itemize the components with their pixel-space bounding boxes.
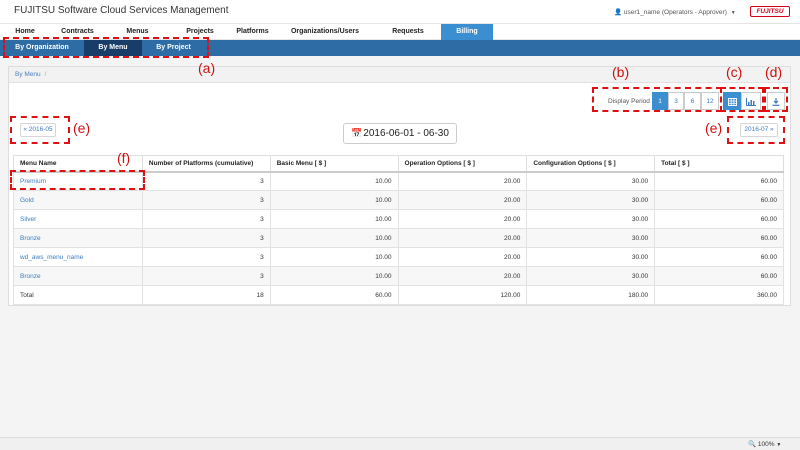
tab-requests[interactable]: Requests — [375, 24, 441, 40]
column-header-operation-options: Operation Options [ $ ] — [397, 155, 528, 173]
menu-name-cell: Silver — [13, 209, 143, 229]
total-cell: 60.00 — [654, 190, 784, 210]
user-icon: 👤 — [614, 9, 623, 16]
basic-menu-cell: 10.00 — [269, 171, 399, 191]
column-header-platforms: Number of Platforms (cumulative) — [141, 155, 271, 173]
chevron-down-icon: ▼ — [730, 10, 736, 16]
operation-options-cell: 20.00 — [397, 190, 528, 210]
menu-name-link[interactable]: Silver — [20, 216, 36, 223]
platforms-total-cell: 18 — [141, 285, 271, 305]
configuration-options-total-cell: 180.00 — [526, 285, 656, 305]
operation-options-cell: 20.00 — [397, 266, 528, 286]
menu-name-link[interactable]: Bronze — [20, 235, 41, 242]
basic-menu-cell: 10.00 — [269, 247, 399, 267]
app-header: FUJITSU Software Cloud Services Manageme… — [0, 0, 800, 23]
configuration-options-cell: 30.00 — [526, 190, 656, 210]
callout-box-a — [3, 37, 209, 58]
tab-platforms[interactable]: Platforms — [230, 24, 275, 40]
menu-name-link[interactable]: Gold — [20, 197, 34, 204]
operation-options-cell: 20.00 — [397, 228, 528, 248]
total-cell: 60.00 — [654, 209, 784, 229]
callout-label-d: (d) — [765, 64, 783, 80]
tab-billing[interactable]: Billing — [441, 24, 493, 40]
current-period-range[interactable]: 📅2016-06-01 - 06-30 — [343, 123, 457, 144]
operation-options-cell: 20.00 — [397, 209, 528, 229]
callout-label-f: (f) — [117, 150, 131, 166]
current-period-text: 2016-06-01 - 06-30 — [363, 128, 449, 139]
callout-label-e-right: (e) — [705, 120, 723, 136]
platforms-cell: 3 — [141, 171, 271, 191]
callout-box-e-right — [727, 116, 785, 144]
app-title: FUJITSU Software Cloud Services Manageme… — [14, 5, 229, 16]
menu-name-link[interactable]: Bronze — [20, 273, 41, 280]
total-label-cell: Total — [13, 285, 143, 305]
configuration-options-cell: 30.00 — [526, 209, 656, 229]
basic-menu-cell: 10.00 — [269, 266, 399, 286]
basic-menu-cell: 10.00 — [269, 209, 399, 229]
callout-box-f — [10, 170, 145, 190]
table-row: Silver 3 10.00 20.00 30.00 60.00 — [13, 209, 784, 229]
menu-name-link[interactable]: wd_aws_menu_name — [20, 254, 83, 261]
callout-label-e-left: (e) — [73, 120, 91, 136]
status-bar: 🔍 100% ▼ — [0, 437, 800, 450]
breadcrumb-separator: / — [44, 71, 47, 78]
menu-name-cell: Gold — [13, 190, 143, 210]
chevron-down-icon: ▼ — [776, 442, 782, 448]
callout-box-b — [592, 87, 722, 112]
total-cell: 60.00 — [654, 228, 784, 248]
platforms-cell: 3 — [141, 190, 271, 210]
basic-menu-total-cell: 60.00 — [269, 285, 399, 305]
fujitsu-logo: FUJITSU — [750, 6, 790, 17]
platforms-cell: 3 — [141, 266, 271, 286]
table-row: Gold 3 10.00 20.00 30.00 60.00 — [13, 190, 784, 210]
column-header-basic-menu: Basic Menu [ $ ] — [269, 155, 399, 173]
table-total-row: Total 18 60.00 120.00 180.00 360.00 — [13, 285, 784, 305]
user-menu[interactable]: 👤 user1_name (Operators - Approver) ▼ — [614, 8, 736, 16]
operation-options-total-cell: 120.00 — [397, 285, 528, 305]
zoom-icon: 🔍 — [748, 441, 757, 448]
total-cell: 60.00 — [654, 171, 784, 191]
menu-name-cell: wd_aws_menu_name — [13, 247, 143, 267]
zoom-control[interactable]: 🔍 100% ▼ — [748, 440, 781, 448]
table-row: Bronze 3 10.00 20.00 30.00 60.00 — [13, 228, 784, 248]
configuration-options-cell: 30.00 — [526, 228, 656, 248]
configuration-options-cell: 30.00 — [526, 266, 656, 286]
table-row: Bronze 3 10.00 20.00 30.00 60.00 — [13, 266, 784, 286]
configuration-options-cell: 30.00 — [526, 171, 656, 191]
user-name: user1_name (Operators - Approver) — [623, 9, 727, 16]
operation-options-cell: 20.00 — [397, 247, 528, 267]
column-header-total: Total [ $ ] — [654, 155, 784, 173]
breadcrumb: By Menu / — [9, 67, 790, 83]
zoom-level: 100% — [757, 441, 775, 448]
callout-label-b: (b) — [612, 64, 630, 80]
column-header-configuration-options: Configuration Options [ $ ] — [526, 155, 656, 173]
grand-total-cell: 360.00 — [654, 285, 784, 305]
callout-label-c: (c) — [726, 64, 743, 80]
platforms-cell: 3 — [141, 247, 271, 267]
menu-name-cell: Bronze — [13, 266, 143, 286]
basic-menu-cell: 10.00 — [269, 190, 399, 210]
tab-organizations-users[interactable]: Organizations/Users — [275, 24, 375, 40]
configuration-options-cell: 30.00 — [526, 247, 656, 267]
total-cell: 60.00 — [654, 247, 784, 267]
platforms-cell: 3 — [141, 228, 271, 248]
callout-label-a: (a) — [198, 60, 216, 76]
basic-menu-cell: 10.00 — [269, 228, 399, 248]
table-row: wd_aws_menu_name 3 10.00 20.00 30.00 60.… — [13, 247, 784, 267]
menu-name-cell: Bronze — [13, 228, 143, 248]
platforms-cell: 3 — [141, 209, 271, 229]
operation-options-cell: 20.00 — [397, 171, 528, 191]
breadcrumb-current[interactable]: By Menu — [15, 71, 41, 78]
callout-box-e-left — [10, 116, 70, 144]
calendar-icon: 📅 — [351, 128, 363, 138]
callout-box-d — [764, 87, 788, 112]
callout-box-c — [720, 87, 764, 112]
total-cell: 60.00 — [654, 266, 784, 286]
